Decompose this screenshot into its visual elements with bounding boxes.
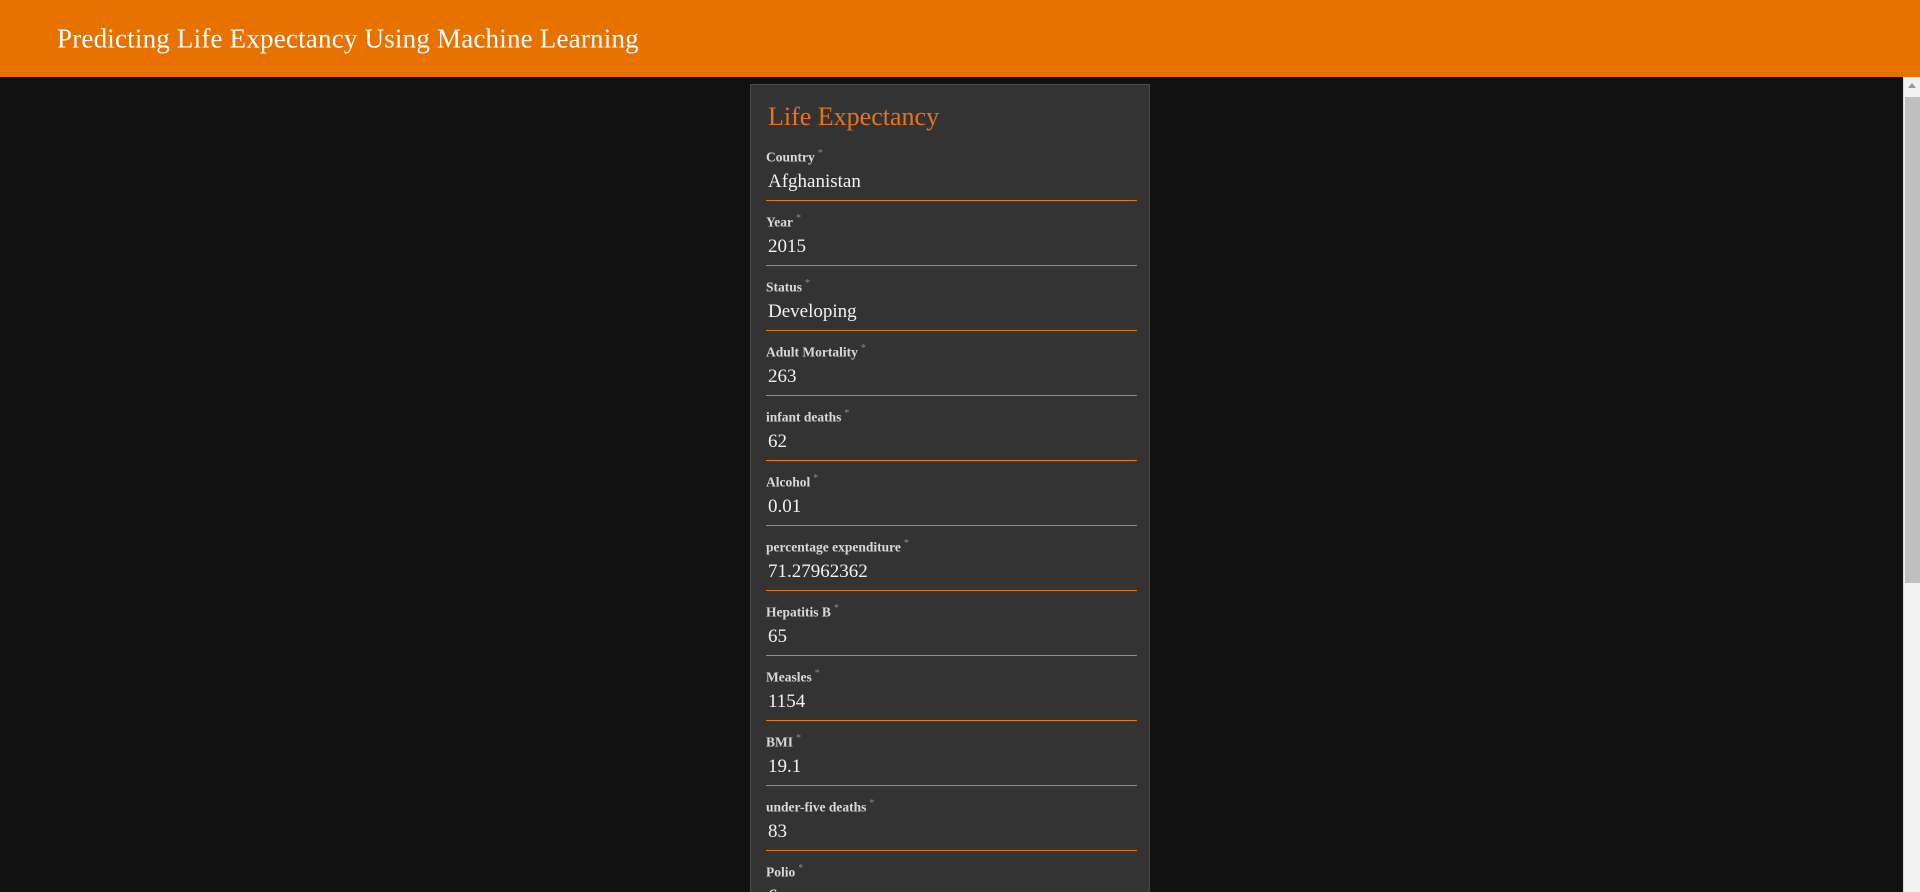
field-label-polio: Polio * [766, 863, 1137, 881]
field-label-text: under-five deaths [766, 799, 867, 815]
field-label-status: Status * [766, 278, 1137, 296]
field-label-infant-deaths: infant deaths * [766, 408, 1137, 426]
input-polio[interactable] [766, 883, 1137, 892]
required-asterisk-icon: * [844, 407, 850, 419]
vertical-scrollbar[interactable] [1903, 77, 1920, 892]
required-asterisk-icon: * [833, 602, 839, 614]
required-asterisk-icon: * [817, 147, 823, 159]
page-title: Predicting Life Expectancy Using Machine… [57, 23, 639, 53]
triangle-up-icon [1908, 83, 1916, 88]
form-field-country: Country * [763, 148, 1137, 201]
field-label-text: Adult Mortality [766, 344, 858, 360]
field-label-text: Measles [766, 669, 812, 685]
input-bmi[interactable] [766, 753, 1137, 786]
field-label-text: Country [766, 149, 815, 165]
field-label-text: Status [766, 279, 803, 295]
field-label-alcohol: Alcohol * [766, 473, 1137, 491]
input-hepatitis-b[interactable] [766, 623, 1137, 656]
field-label-percentage-expenditure: percentage expenditure * [766, 538, 1137, 556]
form-field-hepatitis-b: Hepatitis B * [763, 603, 1137, 656]
field-label-under-five-deaths: under-five deaths * [766, 798, 1137, 816]
form-field-infant-deaths: infant deaths * [763, 408, 1137, 461]
required-asterisk-icon: * [860, 342, 866, 354]
life-expectancy-form-card: Life Expectancy Country*Year*Status*Adul… [750, 84, 1150, 892]
page-viewport: Life Expectancy Country*Year*Status*Adul… [0, 77, 1903, 892]
form-field-polio: Polio * [763, 863, 1137, 892]
field-label-text: BMI [766, 734, 793, 750]
field-label-country: Country * [766, 148, 1137, 166]
form-field-status: Status * [763, 278, 1137, 331]
field-label-text: Year [766, 214, 793, 230]
input-country[interactable] [766, 167, 1137, 201]
input-adult-mortality[interactable] [766, 363, 1137, 396]
required-asterisk-icon: * [796, 732, 801, 744]
form-field-year: Year * [763, 213, 1137, 266]
field-label-bmi: BMI * [766, 733, 1137, 751]
field-label-text: Hepatitis B [766, 604, 831, 620]
field-label-text: percentage expenditure [766, 539, 901, 555]
input-under-five-deaths[interactable] [766, 818, 1137, 851]
form-field-under-five-deaths: under-five deaths * [763, 798, 1137, 851]
required-asterisk-icon: * [805, 277, 811, 289]
input-infant-deaths[interactable] [766, 428, 1137, 461]
field-label-year: Year * [766, 213, 1137, 231]
form-field-percentage-expenditure: percentage expenditure * [763, 538, 1137, 591]
required-asterisk-icon: * [903, 537, 909, 549]
form-field-bmi: BMI * [763, 733, 1137, 786]
field-label-hepatitis-b: Hepatitis B * [766, 603, 1137, 621]
input-percentage-expenditure[interactable] [766, 558, 1137, 591]
form-title: Life Expectancy [768, 102, 940, 131]
field-label-text: infant deaths [766, 409, 842, 425]
field-label-adult-mortality: Adult Mortality * [766, 343, 1137, 361]
required-asterisk-icon: * [796, 212, 801, 224]
field-label-text: Alcohol [766, 474, 811, 490]
scrollbar-up-button[interactable] [1904, 77, 1920, 94]
app-root: Predicting Life Expectancy Using Machine… [0, 0, 1920, 892]
form-field-alcohol: Alcohol * [763, 473, 1137, 526]
scrollbar-thumb[interactable] [1905, 97, 1920, 583]
field-label-text: Polio [766, 864, 796, 880]
required-asterisk-icon: * [813, 472, 819, 484]
form-fields-container: Country*Year*Status*Adult Mortality*infa… [763, 148, 1137, 892]
form-field-measles: Measles * [763, 668, 1137, 721]
input-measles[interactable] [766, 688, 1137, 721]
input-status[interactable] [766, 298, 1137, 331]
field-label-measles: Measles * [766, 668, 1137, 686]
form-field-adult-mortality: Adult Mortality * [763, 343, 1137, 396]
required-asterisk-icon: * [869, 797, 875, 809]
input-year[interactable] [766, 232, 1137, 266]
required-asterisk-icon: * [814, 667, 820, 679]
app-header-bar: Predicting Life Expectancy Using Machine… [0, 0, 1920, 77]
input-alcohol[interactable] [766, 493, 1137, 526]
required-asterisk-icon: * [798, 862, 804, 874]
